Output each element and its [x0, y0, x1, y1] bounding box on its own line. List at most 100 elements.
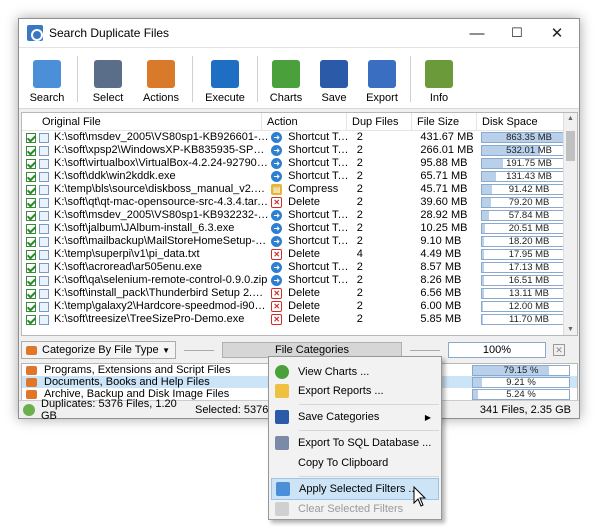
menu-export-sql[interactable]: Export To SQL Database ...	[271, 432, 439, 454]
table-row[interactable]: K:\soft\acroread\ar505enu.exe ➜ Shortcut T…	[22, 261, 577, 274]
menu-save-categories[interactable]: Save Categories ▶	[271, 406, 439, 428]
toolbar: Search Select Actions Execute Charts Save Expo…	[19, 47, 579, 109]
file-icon	[39, 132, 49, 143]
category-percent-value: 79.15 %	[503, 364, 539, 376]
toolbar-separator	[410, 56, 411, 102]
action-cell[interactable]: Compress	[286, 183, 353, 196]
row-checkbox[interactable]	[26, 314, 36, 325]
disk-space-value: 11.70 MB	[509, 314, 550, 325]
toolbar-save-button[interactable]: Save	[310, 50, 358, 108]
toolbar-export-button[interactable]: Export	[358, 50, 406, 108]
action-cell[interactable]: Delete	[286, 196, 353, 209]
action-cell[interactable]: Shortcut To: ...	[286, 209, 353, 222]
col-dup-files[interactable]: Dup Files	[347, 113, 412, 130]
action-cell[interactable]: Shortcut To: ...	[286, 222, 353, 235]
table-row[interactable]: K:\soft\treesize\TreeSizePro-Demo.exe ✕ De…	[22, 313, 577, 326]
row-checkbox[interactable]	[26, 249, 36, 260]
menu-export-reports[interactable]: Export Reports ...	[271, 380, 439, 402]
table-row[interactable]: K:\temp\galaxy2\Hardcore-speedmod-i9000.…	[22, 300, 577, 313]
table-row[interactable]: K:\soft\xpsp2\WindowsXP-KB835935-SP2-E..…	[22, 144, 577, 157]
row-checkbox[interactable]	[26, 301, 36, 312]
close-button[interactable]: ✕	[537, 19, 577, 47]
row-checkbox[interactable]	[26, 262, 36, 273]
menu-copy-clipboard[interactable]: Copy To Clipboard	[271, 452, 439, 474]
row-checkbox[interactable]	[26, 275, 36, 286]
file-size-cell: 28.92 MB	[420, 209, 468, 221]
scroll-up-icon[interactable]: ▲	[567, 115, 574, 122]
toolbar-charts-button[interactable]: Charts	[262, 50, 310, 108]
table-row[interactable]: K:\soft\msdev_2005\VS80sp1-KB932232-X86.…	[22, 209, 577, 222]
toolbar-label: Charts	[269, 92, 303, 104]
action-cell[interactable]: Delete	[286, 313, 353, 326]
row-checkbox[interactable]	[26, 288, 36, 299]
table-row[interactable]: K:\soft\install_pack\Thunderbird Setup 2…	[22, 287, 577, 300]
action-cell[interactable]: Delete	[286, 300, 353, 313]
action-cell[interactable]: Shortcut To: ...	[286, 144, 353, 157]
action-cell[interactable]: Shortcut To: ...	[286, 274, 353, 287]
action-cell[interactable]: Delete	[286, 287, 353, 300]
toolbar-execute-button[interactable]: Execute	[197, 50, 253, 108]
table-row[interactable]: K:\temp\bls\source\diskboss_manual_v2.1.…	[22, 183, 577, 196]
close-icon[interactable]: ✕	[553, 344, 565, 356]
row-checkbox[interactable]	[26, 223, 36, 234]
action-cell[interactable]: Shortcut To: ...	[286, 235, 353, 248]
toolbar-label: Export	[366, 92, 398, 104]
table-row[interactable]: K:\temp\superpi\v1\pi_data.txt ✕ Delete 4 4.…	[22, 248, 577, 261]
toolbar-actions-button[interactable]: Actions	[134, 50, 188, 108]
status-duplicates: Duplicates: 5376 Files, 1.20 GB	[41, 397, 177, 422]
table-row[interactable]: K:\soft\qa\selenium-remote-control-0.9.0…	[22, 274, 577, 287]
table-row[interactable]: K:\soft\mailbackup\MailStoreHomeSetup-4.…	[22, 235, 577, 248]
file-size-cell: 5.85 MB	[420, 313, 462, 325]
scroll-thumb[interactable]	[566, 131, 575, 161]
row-checkbox[interactable]	[26, 184, 36, 195]
col-file-size[interactable]: File Size	[412, 113, 477, 130]
row-checkbox[interactable]	[26, 145, 36, 156]
shortcut-icon: ➜	[271, 236, 283, 247]
action-cell[interactable]: Shortcut To: ...	[286, 131, 353, 144]
row-checkbox[interactable]	[26, 236, 36, 247]
minimize-button[interactable]: —	[457, 19, 497, 47]
toolbar-label: Execute	[205, 92, 245, 104]
action-cell[interactable]: Shortcut To: ...	[286, 170, 353, 183]
table-row[interactable]: K:\soft\msdev_2005\VS80sp1-KB926601-X86.…	[22, 131, 577, 144]
row-checkbox[interactable]	[26, 197, 36, 208]
toolbar-info-button[interactable]: Info	[415, 50, 463, 108]
file-size-cell: 6.56 MB	[420, 287, 462, 299]
row-checkbox[interactable]	[26, 210, 36, 221]
save-icon	[275, 410, 289, 424]
col-action[interactable]: Action	[262, 113, 347, 130]
col-disk-space[interactable]: Disk Space	[477, 113, 563, 130]
action-cell[interactable]: Shortcut To: ...	[286, 157, 353, 170]
file-icon	[39, 275, 49, 286]
categorize-select[interactable]: Categorize By File Type ▼	[21, 341, 176, 359]
table-row[interactable]: K:\soft\virtualbox\VirtualBox-4.2.24-927…	[22, 157, 577, 170]
categorize-select-value: Categorize By File Type	[42, 344, 159, 356]
action-cell[interactable]: Shortcut To: ...	[286, 261, 353, 274]
action-cell[interactable]: Delete	[286, 248, 353, 261]
toolbar-search-button[interactable]: Search	[21, 50, 73, 108]
dup-files-cell: 2	[356, 131, 363, 143]
table-row[interactable]: K:\soft\qt\qt-mac-opensource-src-4.3.4.t…	[22, 196, 577, 209]
execute-icon	[211, 60, 239, 88]
category-icon	[26, 377, 37, 387]
file-icon	[39, 236, 49, 247]
table-row[interactable]: K:\soft\jalbum\JAlbum-install_6.3.exe ➜ Sh…	[22, 222, 577, 235]
duplicate-files-list[interactable]: Original File Action Dup Files File Size…	[21, 112, 578, 336]
row-checkbox[interactable]	[26, 132, 36, 143]
row-checkbox[interactable]	[26, 158, 36, 169]
file-size-cell: 266.01 MB	[420, 144, 474, 156]
row-checkbox[interactable]	[26, 171, 36, 182]
blank-icon	[275, 456, 289, 470]
dup-files-cell: 2	[356, 287, 363, 299]
dup-files-cell: 2	[356, 222, 363, 234]
col-original-file[interactable]: Original File	[22, 113, 262, 130]
chevron-down-icon: ▼	[162, 345, 170, 355]
toolbar-select-button[interactable]: Select	[82, 50, 134, 108]
scroll-down-icon[interactable]: ▼	[567, 326, 574, 333]
info-icon	[425, 60, 453, 88]
maximize-button[interactable]: ☐	[497, 19, 537, 47]
table-row[interactable]: K:\soft\ddk\win2kddk.exe ➜ Shortcut To: ..…	[22, 170, 577, 183]
vertical-scrollbar[interactable]: ▲ ▼	[563, 113, 577, 335]
menu-label: Apply Selected Filters ...	[299, 483, 418, 495]
title-bar[interactable]: Search Duplicate Files — ☐ ✕	[19, 19, 579, 47]
